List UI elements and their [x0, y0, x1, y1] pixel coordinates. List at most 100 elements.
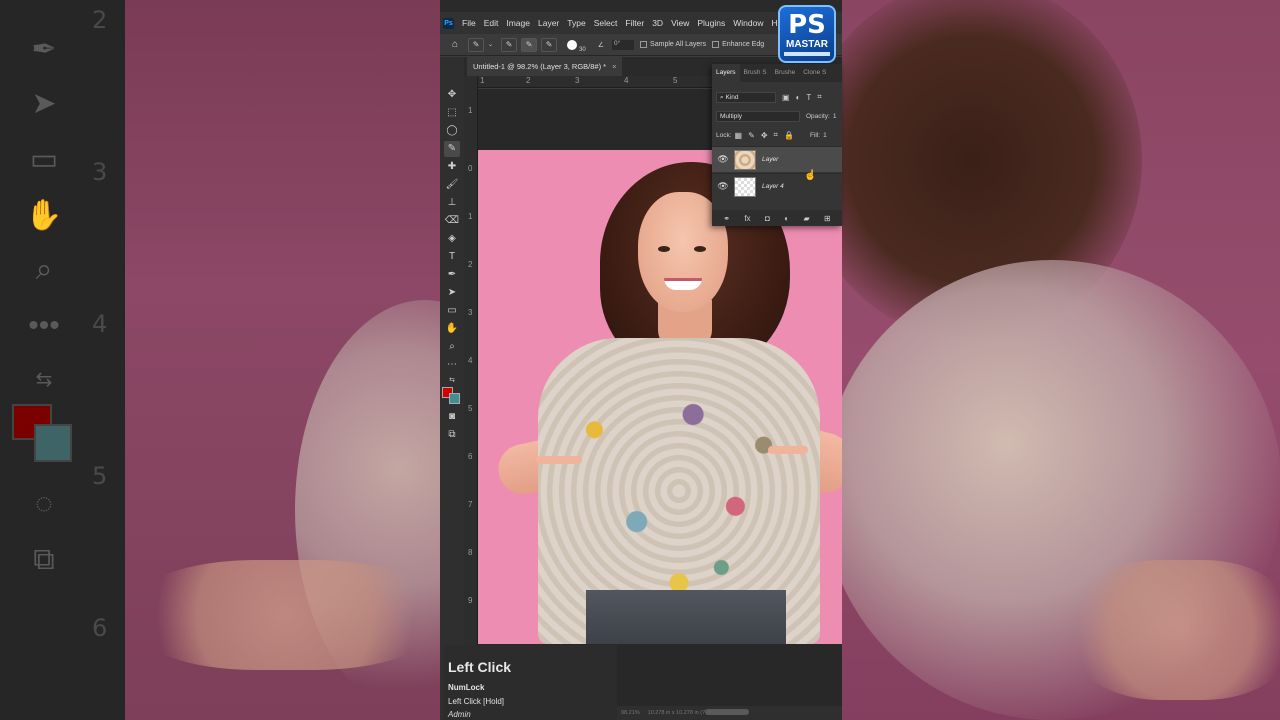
lock-position-icon[interactable]: ✥	[761, 131, 768, 140]
brush-icon[interactable]: 🖌	[444, 177, 460, 193]
ruler-label: 1	[468, 212, 473, 221]
menu-plugins[interactable]: Plugins	[697, 18, 725, 28]
chevron-down-icon[interactable]: ⌄	[488, 41, 493, 48]
lock-label: Lock:	[716, 131, 732, 139]
type-filter-icon[interactable]: T	[806, 93, 811, 102]
tab-layers[interactable]: Layers	[712, 64, 740, 82]
pen-icon[interactable]: ✒	[444, 267, 460, 283]
quick-selection-icon[interactable]: ✎	[444, 141, 460, 157]
fill-value[interactable]: 1	[823, 132, 827, 139]
menu-filter[interactable]: Filter	[625, 18, 644, 28]
more-icon[interactable]: ⋯	[444, 357, 460, 373]
horizontal-scrollbar[interactable]	[705, 709, 749, 715]
ruler-label: 0	[468, 164, 473, 173]
document-tab[interactable]: Untitled-1 @ 98.2% (Layer 3, RGB/8#) * ×	[467, 57, 623, 76]
path-select-icon[interactable]: ➤	[444, 285, 460, 301]
blurred-ruler-number: 5	[92, 462, 108, 490]
filter-kind-select[interactable]: ⌕ Kind	[716, 91, 776, 103]
menu-window[interactable]: Window	[733, 18, 763, 28]
menu-view[interactable]: View	[671, 18, 689, 28]
blurred-photo-left	[125, 0, 440, 720]
ruler-label: 1	[480, 76, 485, 85]
new-layer-icon[interactable]: ⊞	[824, 214, 831, 223]
sample-all-layers-checkbox[interactable]	[640, 41, 648, 48]
new-group-icon[interactable]: ▰	[803, 214, 809, 223]
tab-brushes[interactable]: Brushe	[771, 64, 800, 82]
shape-filter-icon[interactable]: ⌗	[817, 92, 822, 102]
keystroke-user: Admin	[448, 710, 471, 719]
new-selection-button[interactable]: ✎	[501, 37, 518, 52]
ruler-label: 3	[468, 308, 473, 317]
lasso-icon[interactable]: ◯	[444, 123, 460, 139]
fill-icon[interactable]: ◈	[444, 231, 460, 247]
add-to-selection-button[interactable]: ✎	[521, 37, 538, 52]
layer-name[interactable]: Layer 4	[762, 183, 784, 190]
layers-panel: Layers Brush S Brushe Clone S ⌕ Kind ▣ ◐…	[712, 64, 842, 226]
blend-mode-select[interactable]: Multiply	[716, 110, 800, 122]
home-icon[interactable]: ⌂	[452, 39, 458, 50]
keystroke-line-2: Left Click [Hold]	[448, 697, 505, 706]
screen-mode-icon[interactable]: ⧉	[444, 427, 460, 443]
zoom-icon[interactable]: ⌕	[444, 339, 460, 355]
lock-artboard-icon[interactable]: ⌗	[774, 130, 779, 140]
blurred-toolbar: ✒ ➤ ▭ ✋ ⌕ ••• ⇆ ◌ ⧉ 2 3 4 5 6	[0, 0, 125, 720]
brush-preview-icon[interactable]	[567, 39, 578, 50]
opacity-value[interactable]: 1	[833, 113, 837, 120]
eye-icon[interactable]: 👁	[712, 154, 734, 165]
fx-icon[interactable]: fx	[744, 214, 750, 223]
ruler-label: 9	[468, 596, 473, 605]
blend-row: Multiply Opacity: 1	[716, 109, 842, 123]
quick-mask-icon[interactable]: ◙	[444, 409, 460, 425]
link-layers-icon[interactable]: ⚭	[723, 214, 730, 223]
status-zoom[interactable]: 98.21%	[621, 710, 640, 716]
adjustment-filter-icon[interactable]: ◐	[796, 93, 801, 102]
menu-edit[interactable]: Edit	[484, 18, 499, 28]
menu-file[interactable]: File	[462, 18, 476, 28]
layer-row[interactable]: 👁 Layer	[712, 146, 842, 172]
lock-pixels-icon[interactable]: ✎	[748, 131, 755, 140]
menu-3d[interactable]: 3D	[652, 18, 663, 28]
menu-image[interactable]: Image	[506, 18, 530, 28]
sample-all-layers-label: Sample All Layers	[650, 41, 707, 48]
tool-preset-picker[interactable]: ✎	[468, 37, 485, 52]
close-tab-icon[interactable]: ×	[612, 62, 616, 71]
angle-field[interactable]: 0°	[612, 39, 635, 50]
layers-panel-tabs: Layers Brush S Brushe Clone S	[712, 64, 842, 82]
blurred-rectangle-icon: ▭	[29, 143, 59, 176]
enhance-edge-checkbox[interactable]	[712, 41, 720, 48]
lock-all-icon[interactable]: 🔒	[784, 131, 794, 140]
adjustment-layer-icon[interactable]: ◐	[784, 214, 789, 223]
fill-label: Fill:	[810, 131, 821, 139]
eye-icon[interactable]: 👁	[712, 181, 734, 192]
blurred-screenmode-icon: ⧉	[33, 543, 55, 576]
lock-row: Lock: ▦ ✎ ✥ ⌗ 🔒 Fill: 1	[716, 128, 842, 142]
ruler-label: 2	[468, 260, 473, 269]
subtract-selection-button[interactable]: ✎	[541, 37, 558, 52]
tab-brush-settings[interactable]: Brush S	[740, 64, 771, 82]
background-color-swatch[interactable]	[449, 393, 460, 404]
ps-mastar-logo: PS MASTAR	[778, 5, 836, 63]
layer-row[interactable]: 👁 Layer 4	[712, 173, 842, 199]
rectangle-icon[interactable]: ▭	[444, 303, 460, 319]
healing-icon[interactable]: ✚	[444, 159, 460, 175]
eraser-icon[interactable]: ⌫	[444, 213, 460, 229]
menu-type[interactable]: Type	[567, 18, 585, 28]
lock-transparent-icon[interactable]: ▦	[735, 131, 743, 140]
marquee-icon[interactable]: ⬚	[444, 105, 460, 121]
move-icon[interactable]: ✥	[444, 87, 460, 103]
blurred-quickmask-icon: ◌	[35, 487, 53, 520]
menu-select[interactable]: Select	[594, 18, 618, 28]
blurred-ruler-number: 4	[92, 310, 108, 338]
layer-name[interactable]: Layer	[762, 156, 778, 163]
hand-icon[interactable]: ✋	[444, 321, 460, 337]
stamp-icon[interactable]: ⊥	[444, 195, 460, 211]
type-icon[interactable]: T	[444, 249, 460, 265]
photo-finger	[536, 456, 582, 464]
ruler-label: 5	[468, 404, 473, 413]
image-filter-icon[interactable]: ▣	[782, 93, 790, 102]
tab-clone-source[interactable]: Clone S	[799, 64, 830, 82]
filter-kind-value: Kind	[725, 93, 739, 101]
add-mask-icon[interactable]: ◘	[765, 214, 770, 223]
blurred-swap-icon: ⇆	[35, 369, 53, 391]
menu-layer[interactable]: Layer	[538, 18, 559, 28]
